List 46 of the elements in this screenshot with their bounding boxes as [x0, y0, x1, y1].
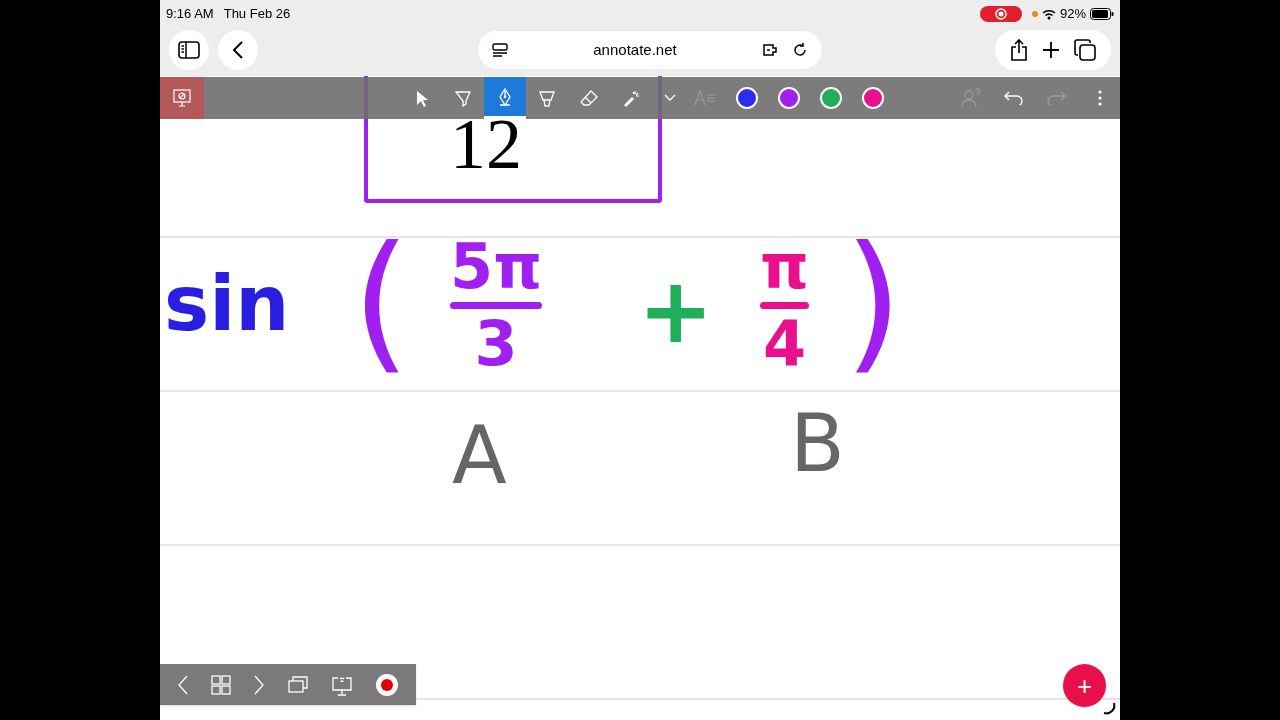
ink-label: A	[452, 416, 507, 496]
recording-indicator	[979, 6, 1022, 22]
grid-icon[interactable]	[211, 674, 231, 695]
marker-icon	[537, 88, 557, 108]
presentation-button[interactable]	[160, 77, 204, 119]
ink-parenthesis: (	[352, 226, 411, 376]
previous-icon[interactable]	[177, 674, 189, 695]
undo-icon[interactable]	[1004, 91, 1024, 105]
status-time: 9:16 AM	[166, 5, 214, 24]
loading-icon	[1101, 700, 1117, 716]
presentation-icon	[172, 88, 192, 108]
wifi-icon	[1041, 8, 1056, 20]
chevron-down-icon[interactable]	[664, 94, 676, 102]
ink-parenthesis: )	[844, 226, 903, 376]
back-button[interactable]	[218, 30, 258, 70]
back-icon	[232, 41, 244, 59]
battery-icon	[1090, 8, 1114, 20]
ink-label: B	[790, 404, 845, 484]
windows-icon[interactable]	[287, 675, 309, 694]
highlighter-icon	[453, 88, 473, 108]
color-swatch[interactable]	[778, 87, 800, 109]
ink-fraction: 5π 3	[450, 236, 543, 375]
reader-icon[interactable]	[492, 43, 508, 57]
share-icon[interactable]	[1010, 39, 1028, 61]
record-button[interactable]	[375, 672, 399, 697]
printed-number: 12	[450, 108, 522, 180]
next-icon[interactable]	[253, 674, 265, 695]
ink-fraction: π 4	[760, 236, 810, 375]
url-text: annotate.net	[592, 39, 678, 60]
color-swatch[interactable]	[736, 87, 758, 109]
add-button[interactable]: +	[1063, 664, 1106, 707]
color-swatch[interactable]	[862, 87, 884, 109]
address-bar[interactable]: annotate.net	[478, 31, 822, 69]
status-date: Thu Feb 26	[223, 5, 291, 24]
battery-percent: 92%	[1059, 5, 1086, 24]
sidebar-button[interactable]	[169, 30, 209, 70]
eraser-icon	[579, 88, 599, 108]
plus-icon[interactable]	[1042, 41, 1060, 59]
ink-text: +	[638, 266, 714, 356]
color-swatch[interactable]	[820, 87, 842, 109]
reload-icon[interactable]	[792, 42, 808, 58]
tabs-icon[interactable]	[1074, 39, 1096, 61]
ink-text: sin	[164, 266, 290, 342]
sidebar-icon	[178, 41, 200, 59]
more-icon[interactable]	[1098, 90, 1102, 106]
pen-tool[interactable]	[484, 77, 526, 119]
